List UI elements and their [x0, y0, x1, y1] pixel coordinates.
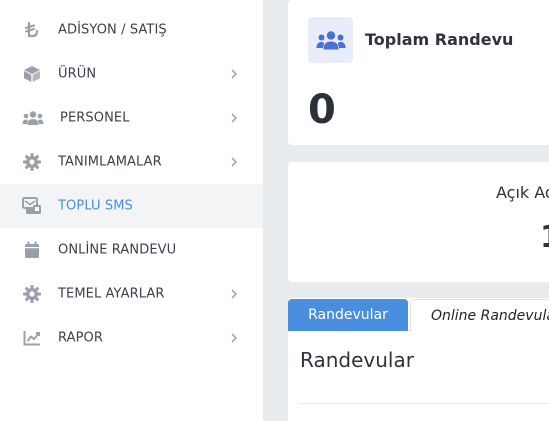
calendar-icon [22, 240, 42, 260]
sidebar-item-rapor[interactable]: RAPOR [0, 316, 263, 360]
section-title: Randevular [300, 348, 414, 372]
sms-icon [22, 196, 42, 216]
sidebar: ADİSYON / SATIŞ ÜRÜN PERSONEL TANIMLAMAL… [0, 0, 263, 421]
total-appointments-card: Toplam Randevu 0 [288, 0, 549, 145]
gear-icon [22, 152, 42, 172]
sidebar-item-label: RAPOR [58, 330, 104, 346]
content-gutter [263, 0, 288, 421]
chevron-right-icon [231, 289, 238, 299]
sidebar-item-label: TOPLU SMS [58, 198, 133, 214]
tab-randevular[interactable]: Randevular [288, 299, 408, 331]
sidebar-item-toplu-sms[interactable]: TOPLU SMS [0, 184, 263, 228]
stat-title: Toplam Randevu [365, 30, 514, 49]
sidebar-item-label: PERSONEL [60, 110, 130, 126]
lira-icon [22, 20, 42, 40]
sidebar-item-label: ADİSYON / SATIŞ [58, 22, 167, 38]
sidebar-item-temel-ayarlar[interactable]: TEMEL AYARLAR [0, 272, 263, 316]
sidebar-item-urun[interactable]: ÜRÜN [0, 52, 263, 96]
chevron-right-icon [231, 113, 238, 123]
tab-online-randevular[interactable]: Online Randevular [410, 299, 549, 331]
sidebar-item-adisyon-satis[interactable]: ADİSYON / SATIŞ [0, 8, 263, 52]
sidebar-item-label: ONLİNE RANDEVU [58, 242, 177, 258]
chart-line-icon [22, 328, 42, 348]
appointments-panel: Randevular Online Randevular Randevular [288, 298, 549, 421]
stat-title: Açık Ad [496, 183, 549, 202]
stat-value: 1 [540, 220, 549, 255]
sidebar-item-label: TEMEL AYARLAR [58, 286, 165, 302]
chevron-right-icon [231, 69, 238, 79]
sidebar-item-online-randevu[interactable]: ONLİNE RANDEVU [0, 228, 263, 272]
users-icon [308, 17, 353, 63]
sidebar-item-label: TANIMLAMALAR [58, 154, 162, 170]
divider [300, 403, 549, 404]
box-icon [22, 64, 42, 84]
sidebar-item-tanimlamalar[interactable]: TANIMLAMALAR [0, 140, 263, 184]
stat-value: 0 [308, 87, 336, 133]
open-appointments-card: Açık Ad 1 [288, 162, 549, 282]
sidebar-item-personel[interactable]: PERSONEL [0, 96, 263, 140]
gear-icon [22, 284, 42, 304]
sidebar-item-label: ÜRÜN [58, 66, 97, 82]
chevron-right-icon [231, 333, 238, 343]
chevron-right-icon [231, 157, 238, 167]
appointments-tab-bar: Randevular Online Randevular [288, 298, 549, 331]
users-icon [22, 108, 44, 128]
